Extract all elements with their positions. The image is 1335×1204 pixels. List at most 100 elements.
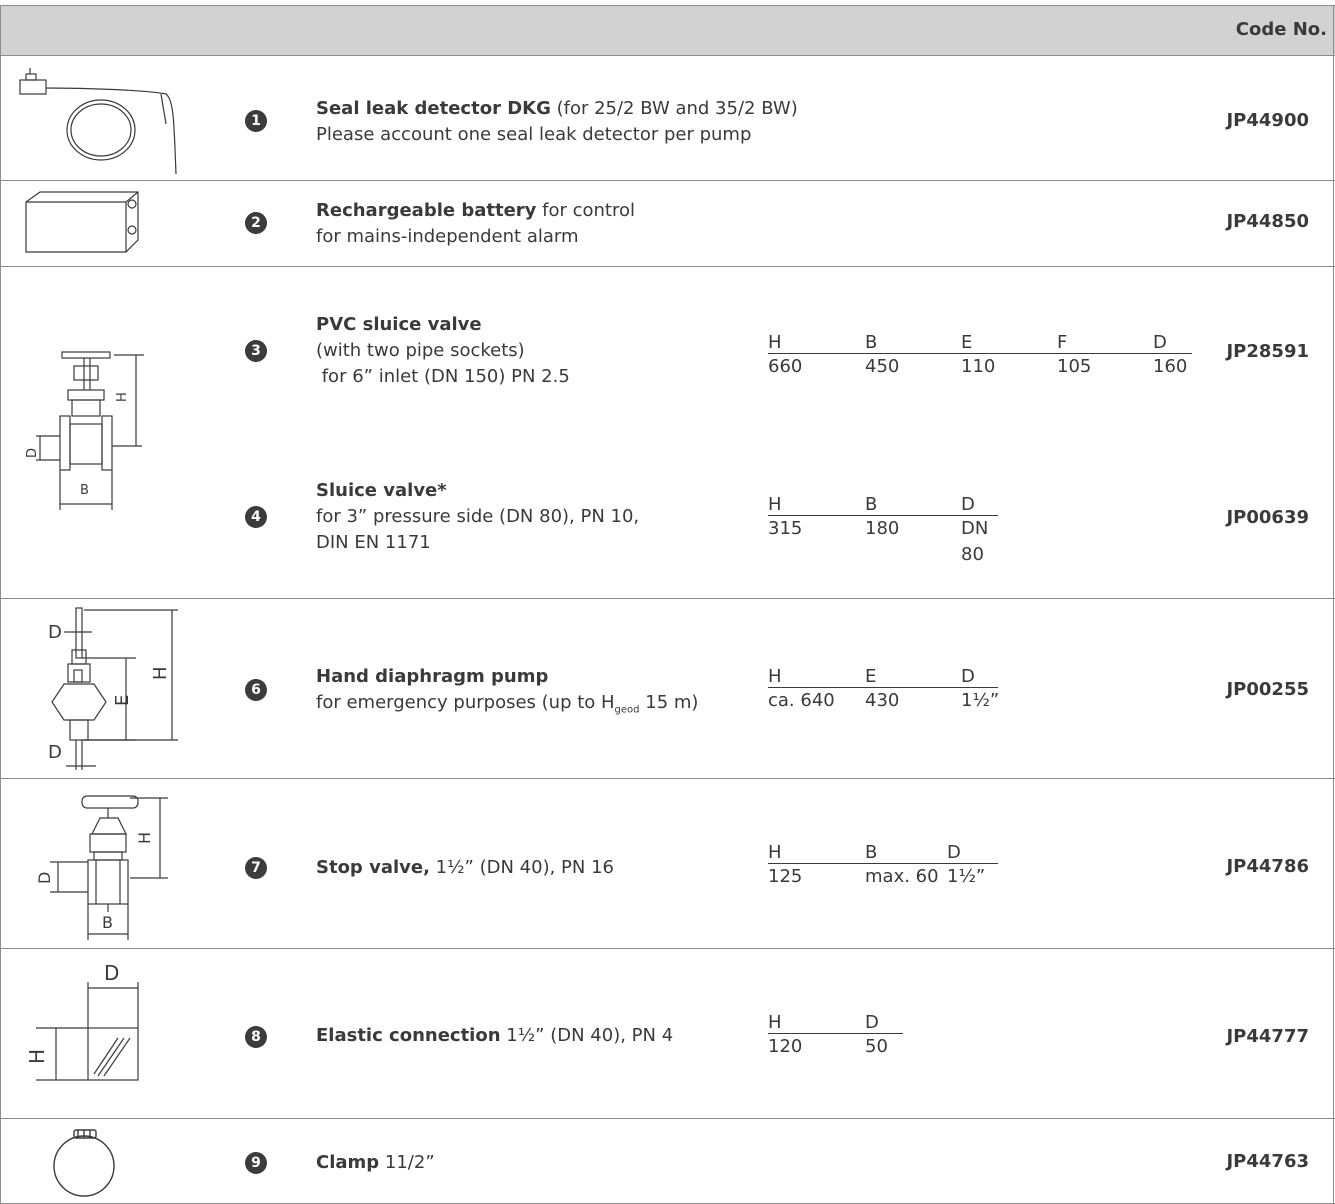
- item-line2: for 3” pressure side (DN 80), PN 10,: [316, 506, 640, 527]
- dim-value: 180: [865, 518, 900, 539]
- item-title: Sluice valve*: [316, 480, 447, 501]
- item-description: Hand diaphragm pump for emergency purpos…: [316, 664, 698, 724]
- dim-value: max. 60: [865, 866, 939, 887]
- svg-text:B: B: [102, 913, 113, 932]
- svg-text:D: D: [26, 448, 40, 458]
- dim-label: E: [961, 332, 973, 353]
- divider: [0, 948, 1335, 949]
- item-number-badge: 9: [245, 1152, 267, 1174]
- item-title-suffix: 1½” (DN 40), PN 16: [429, 857, 614, 878]
- divider: [0, 5, 1335, 6]
- dim-label: B: [865, 842, 878, 863]
- clamp-icon: [50, 1126, 120, 1200]
- dim-value: 110: [961, 356, 996, 377]
- item-description: Stop valve, 1½” (DN 40), PN 16: [316, 855, 614, 881]
- item-number-badge: 1: [245, 110, 267, 132]
- dim-value: 660: [768, 356, 803, 377]
- dim-label: H: [768, 842, 782, 863]
- table-border-right: [1333, 5, 1334, 1204]
- svg-text:B: B: [80, 483, 89, 498]
- svg-text:D: D: [35, 872, 54, 884]
- item-title: Elastic connection: [316, 1025, 501, 1046]
- item-title-suffix: 1½” (DN 40), PN 4: [500, 1025, 674, 1046]
- divider: [0, 266, 1335, 267]
- dim-value: 125: [768, 866, 803, 887]
- accessories-table: Code No. 1 Seal leak detector DKG (for 2…: [0, 0, 1335, 1204]
- item-code: JP44850: [1226, 211, 1309, 232]
- item-code: JP00639: [1226, 507, 1309, 528]
- item-title: PVC sluice valve: [316, 314, 482, 335]
- table-border-left: [0, 5, 1, 1204]
- dim-label: D: [865, 1012, 879, 1033]
- item-number-badge: 2: [245, 212, 267, 234]
- item-description: Clamp 11/2”: [316, 1150, 435, 1176]
- item-number-badge: 3: [245, 340, 267, 362]
- svg-text:H: H: [135, 832, 154, 844]
- item-code: JP44900: [1226, 110, 1309, 131]
- dimension-table: Hca. 640 E 430 D 1½”: [768, 666, 1000, 714]
- dim-value: 120: [768, 1036, 803, 1057]
- item-number-badge: 4: [245, 506, 267, 528]
- item-title-suffix: for control: [536, 200, 635, 221]
- dim-label: B: [865, 494, 878, 515]
- dimension-table: H 315 B 180 D DN 80: [768, 494, 1000, 565]
- item-code: JP00255: [1226, 679, 1309, 700]
- item-line2: Please account one seal leak detector pe…: [316, 124, 752, 145]
- item-description: PVC sluice valve (with two pipe sockets)…: [316, 312, 570, 390]
- divider: [0, 1118, 1335, 1119]
- dim-value: 105: [1057, 356, 1092, 377]
- svg-text:D: D: [104, 961, 119, 985]
- dim-label: F: [1057, 332, 1068, 353]
- item-title: Clamp: [316, 1152, 380, 1173]
- item-code: JP44763: [1226, 1151, 1309, 1172]
- elastic-connection-icon: D H: [22, 958, 152, 1082]
- item-title: Rechargeable battery: [316, 200, 537, 221]
- divider: [0, 778, 1335, 779]
- seal-leak-detector-icon: [16, 64, 191, 176]
- item-number-badge: 7: [245, 857, 267, 879]
- item-code: JP44786: [1226, 856, 1309, 877]
- table-header: Code No.: [0, 5, 1335, 55]
- dim-label: D: [961, 494, 975, 515]
- dim-label: D: [947, 842, 961, 863]
- dim-label: H: [768, 494, 782, 515]
- dim-label: H: [768, 666, 782, 687]
- svg-text:D: D: [48, 742, 62, 763]
- divider: [0, 180, 1335, 181]
- item-line2: for emergency purposes (up to H: [316, 692, 615, 713]
- svg-text:H: H: [115, 392, 130, 402]
- item-description: Elastic connection 1½” (DN 40), PN 4: [316, 1023, 673, 1049]
- dim-value: 450: [865, 356, 900, 377]
- item-code: JP28591: [1226, 341, 1309, 362]
- code-no-header: Code No.: [1235, 19, 1327, 40]
- dim-value: ca. 640: [768, 690, 835, 711]
- dim-label: D: [961, 666, 975, 687]
- dim-value: 430: [865, 690, 900, 711]
- dim-value: 160: [1153, 356, 1188, 377]
- sluice-valve-icon: H D B: [26, 342, 156, 514]
- dim-value: 315: [768, 518, 803, 539]
- item-title: Stop valve,: [316, 857, 430, 878]
- item-description: Seal leak detector DKG (for 25/2 BW and …: [316, 96, 798, 148]
- dimension-table: H 125 Bmax. 60 D 1½”: [768, 842, 1000, 890]
- dimension-table: H 660 B 450 E 110 F 105 D 160: [768, 332, 1192, 380]
- battery-icon: [22, 190, 142, 258]
- dim-label: H: [768, 332, 782, 353]
- dim-label: B: [865, 332, 878, 353]
- item-title: Hand diaphragm pump: [316, 666, 549, 687]
- item-code: JP44777: [1226, 1026, 1309, 1047]
- item-line2: (with two pipe sockets): [316, 340, 525, 361]
- dim-label: H: [768, 1012, 782, 1033]
- item-line2: for mains-independent alarm: [316, 226, 579, 247]
- item-title-suffix: (for 25/2 BW and 35/2 BW): [550, 98, 798, 119]
- item-line2-suffix: 15 m): [639, 692, 699, 713]
- item-description: Sluice valve* for 3” pressure side (DN 8…: [316, 478, 639, 556]
- item-line3: DIN EN 1171: [316, 532, 431, 553]
- dim-label: D: [1153, 332, 1167, 353]
- svg-text:E: E: [112, 695, 133, 706]
- item-line2-subscript: geod: [614, 704, 640, 716]
- svg-text:D: D: [48, 622, 62, 643]
- item-line3: for 6” inlet (DN 150) PN 2.5: [316, 366, 570, 387]
- divider: [0, 55, 1335, 56]
- dim-label: E: [865, 666, 877, 687]
